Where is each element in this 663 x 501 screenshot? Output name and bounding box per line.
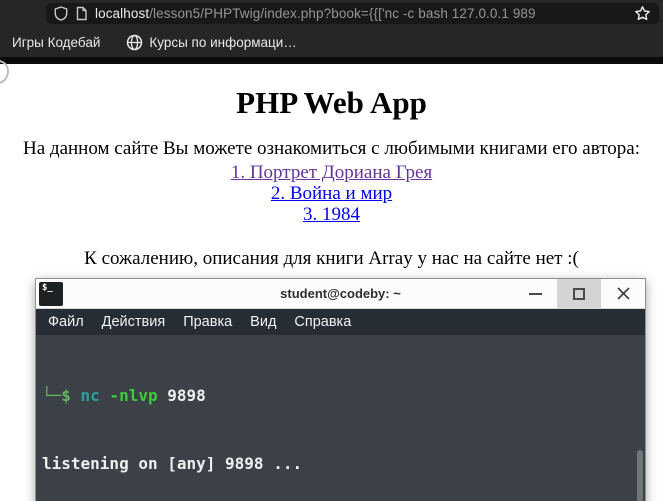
terminal-menubar: Файл Действия Правка Вид Справка [36, 309, 645, 335]
terminal-app-icon: $_ [39, 281, 63, 306]
terminal-titlebar[interactable]: $_ student@codeby: ~ [36, 279, 645, 309]
bookmark-label: Курсы по информаци… [149, 34, 297, 50]
screen: localhost/lesson5/PHPTwig/index.php?book… [0, 0, 663, 501]
url-text[interactable]: localhost/lesson5/PHPTwig/index.php?book… [95, 6, 627, 21]
book-link-3[interactable]: 3. 1984 [0, 203, 663, 224]
bookmarks-bar: Игры Кодебай Курсы по информаци… [0, 27, 663, 84]
bookmark-item-games[interactable]: Игры Кодебай [12, 35, 100, 50]
maximize-button[interactable] [557, 279, 601, 308]
book-link-1[interactable]: 1. Портрет Дориана Грея [0, 161, 663, 182]
minimize-icon [528, 292, 542, 295]
globe-icon [127, 34, 143, 50]
terminal-output[interactable]: └─$ nc -nlvp 9898 listening on [any] 989… [36, 335, 645, 501]
url-bar[interactable]: localhost/lesson5/PHPTwig/index.php?book… [46, 3, 659, 24]
url-host: localhost [95, 6, 150, 21]
close-button[interactable] [601, 279, 645, 308]
terminal-scrollbar[interactable] [637, 450, 643, 501]
window-controls [513, 279, 645, 308]
terminal-prompt-line: └─$ nc -nlvp 9898 [42, 386, 206, 405]
minimize-button[interactable] [513, 279, 557, 308]
book-links: 1. Портрет Дориана Грея 2. Война и мир 3… [0, 161, 663, 224]
terminal-line: listening on [any] 9898 ... [42, 453, 303, 473]
bookmark-item-courses[interactable]: Курсы по информаци… [126, 34, 297, 51]
menu-view[interactable]: Вид [241, 314, 285, 330]
close-icon [616, 287, 630, 300]
menu-actions[interactable]: Действия [93, 314, 175, 330]
menu-file[interactable]: Файл [39, 314, 93, 330]
url-path: /lesson5/PHPTwig/index.php?book={{['nc -… [149, 6, 536, 21]
shield-icon[interactable] [54, 6, 68, 21]
page-icon[interactable] [75, 6, 88, 21]
menu-help[interactable]: Справка [285, 314, 360, 330]
book-link-2[interactable]: 2. Война и мир [0, 182, 663, 203]
page-title: PHP Web App [236, 85, 427, 120]
intro-text: На данном сайте Вы можете ознакомиться с… [23, 138, 640, 159]
page-content: PHP Web App На данном сайте Вы можете оз… [0, 64, 663, 270]
maximize-icon [573, 287, 585, 300]
menu-edit[interactable]: Правка [174, 314, 241, 330]
no-description-message: К сожалению, описания для книги Array у … [84, 248, 579, 269]
browser-toolbar: localhost/lesson5/PHPTwig/index.php?book… [0, 0, 663, 27]
browser-chrome: localhost/lesson5/PHPTwig/index.php?book… [0, 0, 663, 84]
chrome-divider [0, 57, 663, 64]
bookmark-label: Игры Кодебай [12, 34, 101, 50]
bookmark-star-icon[interactable] [634, 5, 651, 22]
terminal-window: $_ student@codeby: ~ Файл Действия Правк… [35, 278, 646, 501]
